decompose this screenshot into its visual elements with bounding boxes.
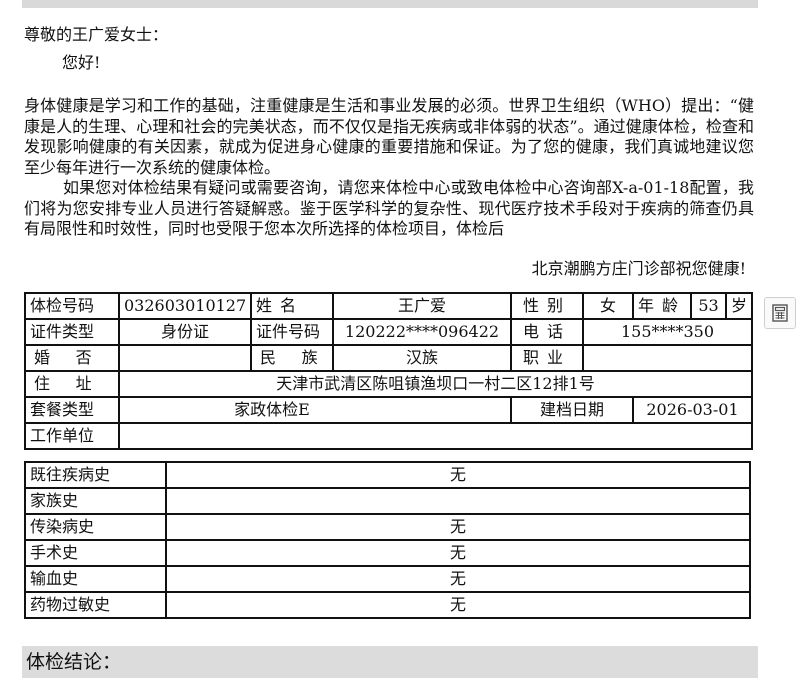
phone-value: 155****350 bbox=[582, 318, 753, 346]
greeting: 尊敬的王广爱女士： bbox=[24, 25, 169, 44]
history-row: 传染病史无 bbox=[24, 513, 751, 541]
exam-no-label: 体检号码 bbox=[24, 292, 120, 320]
medical-history-table: 既往疾病史无 家族史 传染病史无 手术史无 输血史无 药物过敏史无 bbox=[24, 461, 751, 619]
info-row-3: 婚否 民族 汉族 职业 bbox=[24, 344, 753, 372]
info-row-6: 工作单位 bbox=[24, 422, 753, 450]
info-row-1: 体检号码 032603010127 姓名 王广爱 性别 女 年龄 53 岁 bbox=[24, 292, 753, 320]
id-type-label: 证件类型 bbox=[24, 318, 120, 346]
history-value bbox=[165, 487, 751, 515]
history-row: 家族史 bbox=[24, 487, 751, 515]
address-value: 天津市武清区陈咀镇渔坝口一村二区12排1号 bbox=[118, 370, 753, 398]
phone-label: 电话 bbox=[510, 318, 584, 346]
top-divider-bar bbox=[22, 0, 758, 8]
ethnicity-label: 民族 bbox=[250, 344, 334, 372]
history-value: 无 bbox=[165, 565, 751, 593]
name-value: 王广爱 bbox=[332, 292, 512, 320]
occupation-label: 职业 bbox=[510, 344, 584, 372]
age-unit: 岁 bbox=[725, 292, 753, 320]
intro-paragraph: 身体健康是学习和工作的基础，注重健康是生活和事业发展的必须。世界卫生组织（WHO… bbox=[24, 96, 754, 177]
history-value: 无 bbox=[165, 461, 751, 489]
employer-label: 工作单位 bbox=[24, 422, 120, 450]
signature: 北京潮鹏方庄门诊部祝您健康! bbox=[531, 259, 746, 278]
ethnicity-value: 汉族 bbox=[332, 344, 512, 372]
history-value: 无 bbox=[165, 513, 751, 541]
hello-line: 您好! bbox=[62, 53, 101, 72]
package-value: 家政体检E bbox=[118, 396, 512, 424]
id-no-label: 证件号码 bbox=[250, 318, 334, 346]
consult-paragraph: 如果您对体检结果有疑问或需要咨询，请您来体检中心或致电体检中心咨询部X-a-01… bbox=[24, 178, 754, 238]
package-label: 套餐类型 bbox=[24, 396, 120, 424]
id-type-value: 身份证 bbox=[118, 318, 252, 346]
name-label: 姓名 bbox=[250, 292, 334, 320]
occupation-value bbox=[582, 344, 753, 372]
gender-value: 女 bbox=[582, 292, 634, 320]
created-label: 建档日期 bbox=[510, 396, 634, 424]
employer-value bbox=[118, 422, 753, 450]
history-row: 既往疾病史无 bbox=[24, 461, 751, 489]
gender-label: 性别 bbox=[510, 292, 584, 320]
history-value: 无 bbox=[165, 591, 751, 619]
history-value: 无 bbox=[165, 539, 751, 567]
age-label: 年龄 bbox=[632, 292, 692, 320]
history-label: 既往疾病史 bbox=[24, 461, 167, 489]
marital-label: 婚否 bbox=[24, 344, 120, 372]
info-row-5: 套餐类型 家政体检E 建档日期 2026-03-01 bbox=[24, 396, 753, 424]
history-row: 药物过敏史无 bbox=[24, 591, 751, 619]
exam-no-value: 032603010127 bbox=[118, 292, 252, 320]
history-row: 输血史无 bbox=[24, 565, 751, 593]
conclusion-heading: 体检结论： bbox=[22, 646, 758, 678]
history-row: 手术史无 bbox=[24, 539, 751, 567]
history-label: 家族史 bbox=[24, 487, 167, 515]
history-label: 药物过敏史 bbox=[24, 591, 167, 619]
history-label: 传染病史 bbox=[24, 513, 167, 541]
address-label: 住址 bbox=[24, 370, 120, 398]
patient-info-table: 体检号码 032603010127 姓名 王广爱 性别 女 年龄 53 岁 证件… bbox=[24, 292, 753, 450]
history-label: 手术史 bbox=[24, 539, 167, 567]
marital-value bbox=[118, 344, 252, 372]
history-label: 输血史 bbox=[24, 565, 167, 593]
info-row-4: 住址 天津市武清区陈咀镇渔坝口一村二区12排1号 bbox=[24, 370, 753, 398]
side-tool-button[interactable] bbox=[764, 297, 796, 329]
created-value: 2026-03-01 bbox=[632, 396, 753, 424]
calculator-icon bbox=[772, 304, 788, 322]
info-row-2: 证件类型 身份证 证件号码 120222****096422 电话 155***… bbox=[24, 318, 753, 346]
age-value: 53 bbox=[690, 292, 727, 320]
id-no-value: 120222****096422 bbox=[332, 318, 512, 346]
